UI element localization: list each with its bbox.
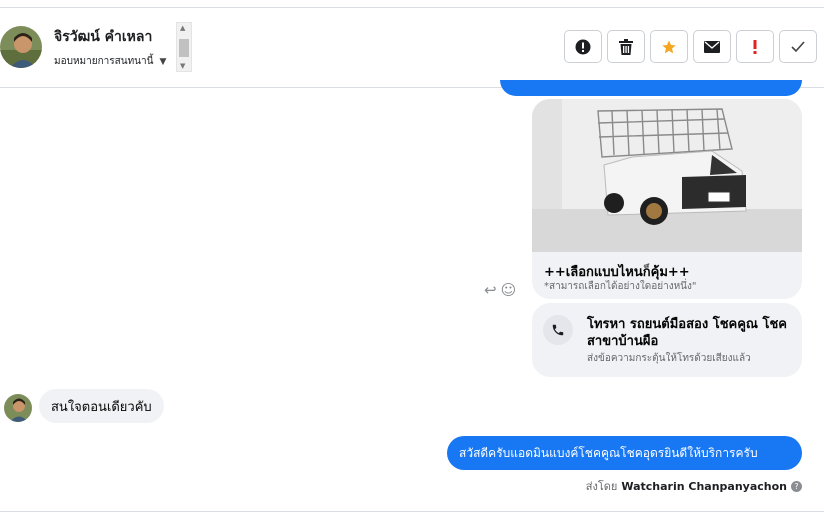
sender-avatar[interactable] [4,394,32,422]
product-card[interactable]: ++เลือกแบบไหนก็คุ้ม++ *สามารถเลือกได้อย่… [532,99,802,299]
previous-outgoing-bubble [500,80,802,96]
sender-name: Watcharin Chanpanyachon [621,479,787,493]
assign-label: มอบหมายการสนทนานี้ [54,56,154,67]
call-card-title: โทรหา รถยนต์มือสอง โชคคูณ โชค สาขาบ้านผื… [587,317,788,349]
react-emoji-icon[interactable]: ☺ [501,281,517,299]
call-card-subtitle: ส่งข้อความกระตุ้นให้โทรด้วยเสียงแล้ว [587,353,751,364]
contact-avatar[interactable] [0,26,42,68]
outgoing-message[interactable]: สวัสดีครับแอดมินแบงค์โชคคูณโชคอุดรยินดีใ… [447,436,802,470]
sent-by-prefix: ส่งโดย [585,480,618,493]
assign-scrollbar[interactable]: ▲ ▼ [176,22,192,72]
sent-by-line: ส่งโดย Watcharin Chanpanyachon ? [586,477,802,495]
exclamation-icon [753,39,757,54]
star-button[interactable] [650,30,688,63]
delete-button[interactable] [607,30,645,63]
spam-button[interactable] [736,30,774,63]
check-icon [791,40,805,52]
reply-icon[interactable]: ↩ [484,281,497,299]
call-button-card[interactable]: โทรหา รถยนต์มือสอง โชคคูณ โชค สาขาบ้านผื… [532,303,802,377]
assign-conversation-dropdown[interactable]: มอบหมายการสนทนานี้ ▼ [54,54,166,69]
bottom-divider [0,511,824,512]
scroll-down-icon[interactable]: ▼ [180,62,185,70]
alert-circle-icon [575,39,591,54]
conversation-toolbar [564,30,817,63]
trash-icon [619,38,633,55]
envelope-icon [704,40,720,53]
card-subtitle: *สามารถเลือกได้อย่างใดอย่างหนึ่ง" [544,281,697,292]
contact-name[interactable]: จิรวัฒน์ คำเหลา [54,26,152,48]
scroll-thumb[interactable] [179,39,189,57]
phone-icon [543,315,573,345]
help-icon[interactable]: ? [791,480,802,492]
mark-unread-button[interactable] [693,30,731,63]
star-icon [662,39,676,53]
incoming-message[interactable]: สนใจตอนเดียวคับ [39,389,164,423]
scroll-up-icon[interactable]: ▲ [180,24,185,32]
report-button[interactable] [564,30,602,63]
done-button[interactable] [779,30,817,63]
caret-down-icon: ▼ [159,56,167,67]
message-actions: ↩ ☺ [484,281,516,299]
truck-photo[interactable] [532,99,802,252]
conversation-header: จิรวัฒน์ คำเหลา มอบหมายการสนทนานี้ ▼ ▲ ▼ [0,8,824,88]
